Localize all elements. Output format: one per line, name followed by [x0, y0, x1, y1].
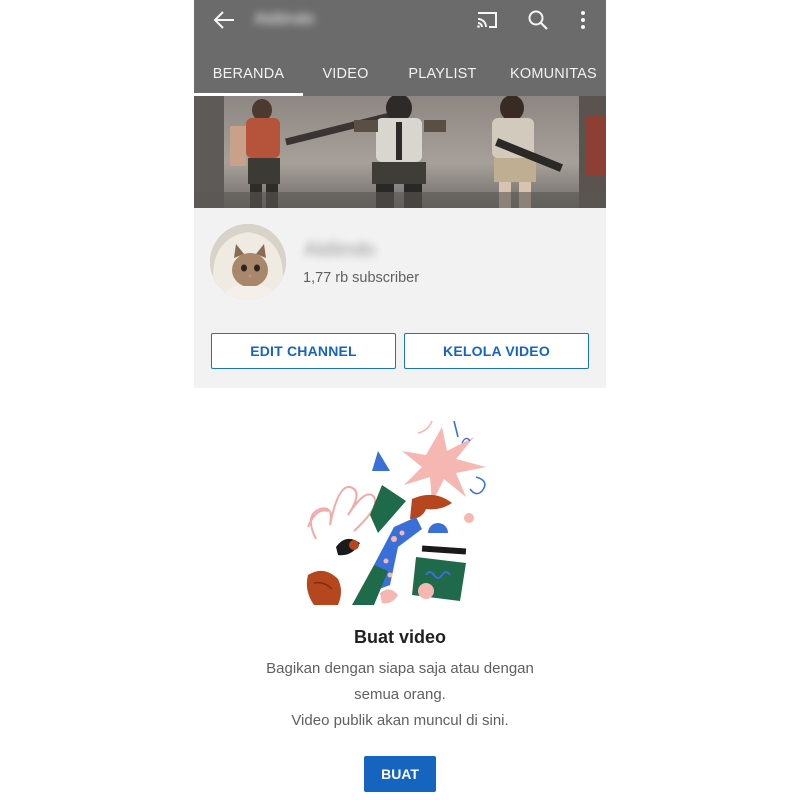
tab-beranda[interactable]: BERANDA — [194, 51, 303, 96]
description-line: Bagikan dengan siapa saja atau dengan — [266, 660, 534, 677]
channel-title: Aldiindo — [254, 9, 315, 28]
subscriber-count: 1,77 rb subscriber — [303, 270, 420, 286]
more-vert-icon[interactable] — [568, 6, 598, 34]
app-bar: Aldiindo BERANDA VIDEO PLAYLIST KOMUNITA… — [194, 0, 606, 96]
channel-header: Aldiindo 1,77 rb subscriber EDIT CHANNEL… — [194, 208, 606, 388]
edit-channel-button[interactable]: EDIT CHANNEL — [211, 333, 396, 369]
tab-komunitas[interactable]: KOMUNITAS — [497, 51, 606, 96]
create-button[interactable]: BUAT — [364, 756, 436, 792]
description-line: Video publik akan muncul di sini. — [291, 712, 509, 729]
empty-state-title: Buat video — [353, 627, 446, 647]
manage-videos-button[interactable]: KELOLA VIDEO — [404, 333, 589, 369]
description-line: semua orang. — [354, 686, 446, 703]
empty-state-description: Bagikan dengan siapa saja atau dengan se… — [234, 656, 566, 734]
channel-banner — [194, 96, 606, 208]
channel-avatar[interactable] — [210, 224, 286, 300]
search-icon[interactable] — [523, 6, 553, 34]
tab-video[interactable]: VIDEO — [303, 51, 388, 96]
youtube-channel-screen: Aldiindo BERANDA VIDEO PLAYLIST KOMUNITA… — [194, 0, 606, 800]
create-video-illustration — [294, 415, 504, 610]
tab-playlist[interactable]: PLAYLIST — [388, 51, 497, 96]
back-arrow-icon[interactable] — [208, 6, 240, 34]
channel-tabs: BERANDA VIDEO PLAYLIST KOMUNITAS — [194, 51, 606, 96]
cast-icon[interactable] — [472, 6, 502, 34]
channel-name: Aldiindo — [304, 239, 376, 261]
